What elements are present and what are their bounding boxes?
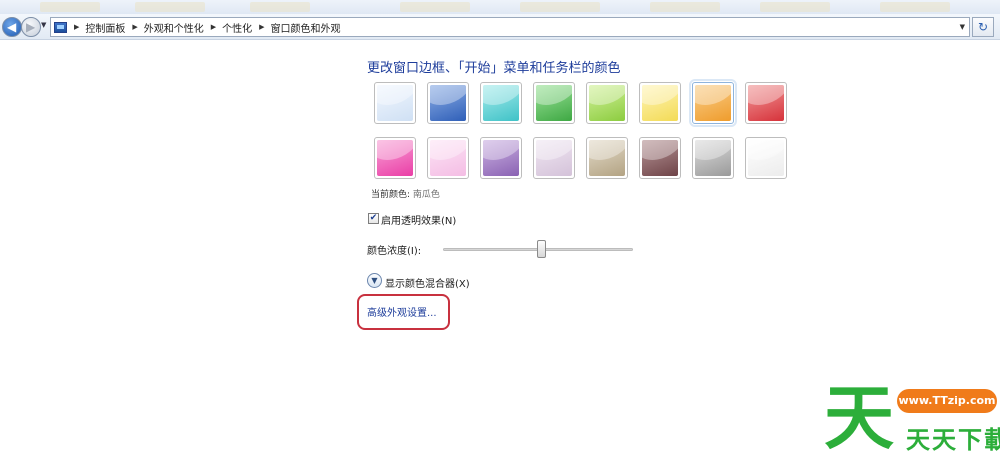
breadcrumb-personalization[interactable]: 个性化 bbox=[222, 20, 252, 35]
swatch-fill bbox=[536, 140, 572, 176]
swatch-fill bbox=[589, 85, 625, 121]
breadcrumb-window-color[interactable]: 窗口颜色和外观 bbox=[271, 20, 341, 35]
current-color-caption: 当前颜色: bbox=[371, 190, 411, 200]
swatch-fill bbox=[695, 140, 731, 176]
tab-ghost bbox=[400, 2, 470, 12]
color-swatch-lime[interactable] bbox=[586, 82, 628, 124]
back-arrow-icon: ◀ bbox=[7, 20, 17, 34]
swatch-fill bbox=[642, 85, 678, 121]
swatch-fill bbox=[642, 140, 678, 176]
watermark-logo-icon: 天 bbox=[824, 380, 894, 452]
swatch-fill bbox=[483, 140, 519, 176]
chevron-right-icon[interactable]: ▶ bbox=[74, 23, 79, 31]
tab-ghost bbox=[135, 2, 205, 12]
current-color-label: 当前颜色: 南瓜色 bbox=[371, 187, 440, 200]
color-swatch-twilight[interactable] bbox=[427, 82, 469, 124]
tab-strip bbox=[0, 0, 1000, 14]
tab-ghost bbox=[250, 2, 310, 12]
navigation-bar: ◀ ▶ ▼ ▶ 控制面板 ▶ 外观和个性化 ▶ 个性化 ▶ 窗口颜色和外观 ▼ … bbox=[0, 14, 1000, 40]
chevron-right-icon[interactable]: ▶ bbox=[211, 23, 216, 31]
swatch-fill bbox=[589, 140, 625, 176]
chevron-right-icon[interactable]: ▶ bbox=[259, 23, 264, 31]
color-mixer-label[interactable]: 显示颜色混合器(X) bbox=[385, 275, 470, 290]
color-swatch-leaf[interactable] bbox=[533, 82, 575, 124]
refresh-icon: ↻ bbox=[977, 20, 989, 34]
color-swatch-lavender[interactable] bbox=[533, 137, 575, 179]
control-panel-icon bbox=[54, 21, 67, 33]
transparency-checkbox[interactable]: ✔ bbox=[368, 213, 379, 224]
forward-button[interactable]: ▶ bbox=[21, 17, 41, 37]
current-color-value: 南瓜色 bbox=[412, 190, 440, 200]
tab-ghost bbox=[760, 2, 830, 12]
swatch-fill bbox=[536, 85, 572, 121]
color-swatch-sky[interactable] bbox=[374, 82, 416, 124]
color-swatch-sea[interactable] bbox=[480, 82, 522, 124]
swatch-fill bbox=[430, 85, 466, 121]
breadcrumb-appearance[interactable]: 外观和个性化 bbox=[144, 20, 204, 35]
swatch-fill bbox=[430, 140, 466, 176]
page-title: 更改窗口边框、「开始」菜单和任务栏的颜色 bbox=[367, 61, 621, 76]
back-button[interactable]: ◀ bbox=[2, 17, 22, 37]
color-swatch-ruby[interactable] bbox=[745, 82, 787, 124]
color-swatch-blush[interactable] bbox=[427, 137, 469, 179]
swatch-fill bbox=[377, 140, 413, 176]
tab-ghost bbox=[520, 2, 600, 12]
transparency-label[interactable]: 启用透明效果(N) bbox=[381, 212, 456, 227]
chevron-down-icon: ▼ bbox=[371, 276, 378, 285]
swatch-fill bbox=[377, 85, 413, 121]
recent-pages-dropdown-icon[interactable]: ▼ bbox=[41, 21, 46, 29]
color-swatch-slate[interactable] bbox=[692, 137, 734, 179]
watermark-text: 天天下載 bbox=[906, 426, 1000, 454]
swatch-fill bbox=[695, 85, 731, 121]
watermark-logo-char: 天 bbox=[824, 380, 894, 452]
tab-ghost bbox=[650, 2, 720, 12]
color-swatch-chocolate[interactable] bbox=[639, 137, 681, 179]
refresh-button[interactable]: ↻ bbox=[972, 17, 994, 37]
swatch-fill bbox=[748, 140, 784, 176]
color-mixer-expand-button[interactable]: ▼ bbox=[367, 273, 382, 288]
breadcrumb-control-panel[interactable]: 控制面板 bbox=[85, 20, 125, 35]
forward-arrow-icon: ▶ bbox=[26, 20, 36, 34]
color-swatch-violet[interactable] bbox=[480, 137, 522, 179]
color-swatch-pumpkin[interactable] bbox=[689, 79, 737, 127]
tab-ghost bbox=[880, 2, 950, 12]
color-swatch-taupe[interactable] bbox=[586, 137, 628, 179]
intensity-slider-thumb[interactable] bbox=[537, 240, 547, 258]
tab-ghost bbox=[40, 2, 100, 12]
watermark-url: www.TTzip.com bbox=[897, 389, 997, 413]
address-dropdown-icon[interactable]: ▼ bbox=[960, 23, 965, 31]
swatch-fill bbox=[748, 85, 784, 121]
intensity-label: 颜色浓度(I): bbox=[367, 246, 422, 257]
color-swatch-fuchsia[interactable] bbox=[374, 137, 416, 179]
chevron-right-icon[interactable]: ▶ bbox=[132, 23, 137, 31]
swatch-fill bbox=[483, 85, 519, 121]
color-swatch-banana[interactable] bbox=[639, 82, 681, 124]
advanced-appearance-link[interactable]: 高级外观设置... bbox=[367, 304, 437, 319]
address-bar[interactable]: ▶ 控制面板 ▶ 外观和个性化 ▶ 个性化 ▶ 窗口颜色和外观 ▼ bbox=[50, 17, 970, 37]
color-swatch-frost[interactable] bbox=[745, 137, 787, 179]
